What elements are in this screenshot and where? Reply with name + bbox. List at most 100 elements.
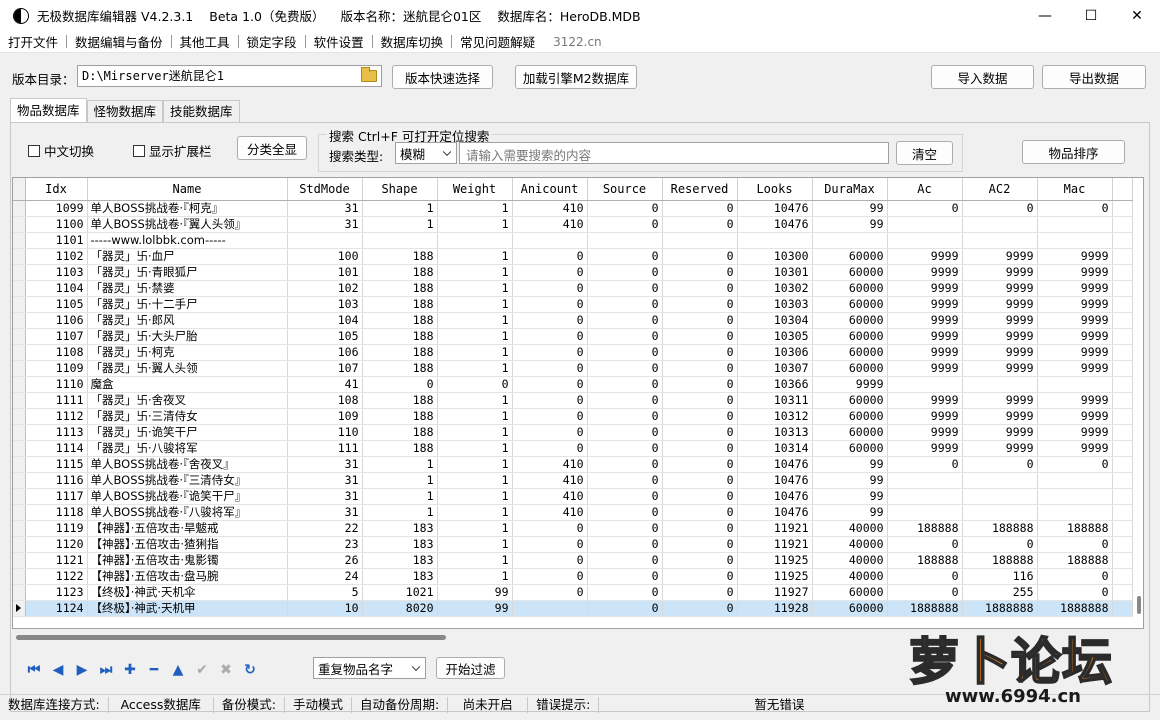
table-cell[interactable]: 0 [662, 536, 738, 553]
column-header[interactable]: Idx [25, 178, 88, 201]
table-cell[interactable]: 9999 [887, 360, 963, 377]
table-cell[interactable]: 1 [437, 312, 513, 329]
row-indicator[interactable] [13, 504, 26, 521]
table-row[interactable]: 1123 【终极】·神武·天机伞 5 1021 99 0 0 0 11927 60000 0 255 0 [13, 584, 1133, 601]
table-cell[interactable] [962, 504, 1038, 521]
table-cell[interactable]: 「器灵」卐·禁婆 [87, 280, 288, 297]
table-cell[interactable]: 1 [437, 488, 513, 505]
table-cell[interactable]: 0 [587, 216, 663, 233]
table-cell[interactable]: 1 [437, 200, 513, 217]
table-cell[interactable]: 10305 [737, 328, 813, 345]
table-cell[interactable]: 0 [587, 584, 663, 601]
cancel-icon[interactable]: ✖ [214, 660, 238, 680]
table-cell[interactable]: 99 [812, 200, 888, 217]
table-cell[interactable]: 10311 [737, 392, 813, 409]
table-cell[interactable] [1037, 216, 1113, 233]
table-cell[interactable]: 23 [287, 536, 363, 553]
column-header[interactable]: Weight [437, 178, 513, 201]
table-cell[interactable]: 1 [437, 344, 513, 361]
table-cell[interactable]: 188888 [1037, 520, 1113, 537]
table-cell[interactable] [362, 232, 438, 249]
table-cell[interactable]: 60000 [812, 360, 888, 377]
table-cell[interactable]: 1101 [25, 232, 88, 249]
row-indicator[interactable] [13, 520, 26, 537]
table-cell[interactable]: 1102 [25, 248, 88, 265]
table-cell[interactable]: 0 [512, 440, 588, 457]
table-cell[interactable]: 31 [287, 200, 363, 217]
table-cell[interactable]: 0 [587, 472, 663, 489]
table-cell[interactable]: 0 [512, 392, 588, 409]
table-cell[interactable]: 9999 [1037, 328, 1113, 345]
load-engine-button[interactable]: 加载引擎M2数据库 [515, 65, 637, 89]
table-cell[interactable]: 8020 [362, 600, 438, 617]
menu-faq[interactable]: 常见问题解疑 [452, 32, 543, 51]
table-cell[interactable]: 0 [662, 280, 738, 297]
table-cell[interactable]: 40000 [812, 520, 888, 537]
table-cell[interactable]: 1 [437, 440, 513, 457]
table-cell[interactable]: 10476 [737, 504, 813, 521]
table-cell[interactable]: 1109 [25, 360, 88, 377]
table-cell[interactable] [962, 488, 1038, 505]
table-cell[interactable] [887, 488, 963, 505]
row-indicator[interactable] [13, 312, 26, 329]
table-cell[interactable]: 0 [662, 440, 738, 457]
table-cell[interactable]: 60000 [812, 600, 888, 617]
table-cell[interactable]: 1 [437, 248, 513, 265]
table-cell[interactable]: 0 [512, 376, 588, 393]
column-header[interactable]: Reserved [662, 178, 738, 201]
table-cell[interactable]: 9999 [887, 312, 963, 329]
table-cell[interactable] [962, 216, 1038, 233]
table-cell[interactable]: 0 [1037, 200, 1113, 217]
table-cell[interactable]: 0 [662, 424, 738, 441]
table-cell[interactable] [662, 232, 738, 249]
row-indicator[interactable] [13, 552, 26, 569]
maximize-button[interactable]: ☐ [1068, 0, 1114, 31]
table-cell[interactable]: 0 [962, 536, 1038, 553]
row-indicator[interactable] [13, 360, 26, 377]
table-cell[interactable]: 0 [587, 520, 663, 537]
table-cell[interactable]: 0 [512, 520, 588, 537]
sort-items-button[interactable]: 物品排序 [1022, 140, 1125, 164]
table-cell[interactable]: 105 [287, 328, 363, 345]
table-cell[interactable]: 10304 [737, 312, 813, 329]
table-cell[interactable]: 10476 [737, 216, 813, 233]
table-cell[interactable]: 1 [437, 472, 513, 489]
row-indicator[interactable] [13, 424, 26, 441]
table-cell[interactable]: 1 [362, 456, 438, 473]
table-cell[interactable]: 「器灵」卐·血尸 [87, 248, 288, 265]
table-cell[interactable]: 9999 [887, 424, 963, 441]
path-input[interactable]: D:\Mirserver迷航昆仑1 [77, 65, 382, 87]
table-cell[interactable]: 188 [362, 392, 438, 409]
start-filter-button[interactable]: 开始过滤 [436, 657, 505, 679]
table-cell[interactable]: 410 [512, 488, 588, 505]
table-cell[interactable]: 1119 [25, 520, 88, 537]
table-cell[interactable]: 188 [362, 440, 438, 457]
table-cell[interactable]: 11927 [737, 584, 813, 601]
table-cell[interactable]: 10476 [737, 488, 813, 505]
site-link[interactable]: 3122.cn [543, 35, 602, 49]
row-indicator[interactable] [13, 344, 26, 361]
table-cell[interactable]: 1110 [25, 376, 88, 393]
table-row[interactable]: 1103 「器灵」卐·青眼狐尸 101 188 1 0 0 0 10301 60000 9999 99… [13, 264, 1133, 281]
checkbox-box[interactable] [133, 144, 145, 157]
table-cell[interactable]: 1 [437, 568, 513, 585]
table-cell[interactable]: 99 [437, 600, 513, 617]
table-cell[interactable] [812, 232, 888, 249]
table-cell[interactable]: 9999 [1037, 344, 1113, 361]
table-cell[interactable] [962, 232, 1038, 249]
column-header[interactable]: Looks [737, 178, 813, 201]
table-cell[interactable]: 1 [437, 216, 513, 233]
table-cell[interactable]: 41 [287, 376, 363, 393]
next-icon[interactable]: ▶ [70, 660, 94, 680]
table-cell[interactable]: 0 [587, 488, 663, 505]
table-cell[interactable]: 0 [587, 456, 663, 473]
table-cell[interactable]: 0 [587, 504, 663, 521]
table-cell[interactable]: 1 [362, 472, 438, 489]
table-cell[interactable]: 410 [512, 216, 588, 233]
table-cell[interactable]: 0 [587, 312, 663, 329]
tab-skills[interactable]: 技能数据库 [163, 100, 240, 122]
row-indicator[interactable] [13, 328, 26, 345]
table-cell[interactable]: 「器灵」卐·郎风 [87, 312, 288, 329]
table-cell[interactable]: 【神器】·五倍攻击·猹猁指 [87, 536, 288, 553]
table-cell[interactable] [887, 376, 963, 393]
